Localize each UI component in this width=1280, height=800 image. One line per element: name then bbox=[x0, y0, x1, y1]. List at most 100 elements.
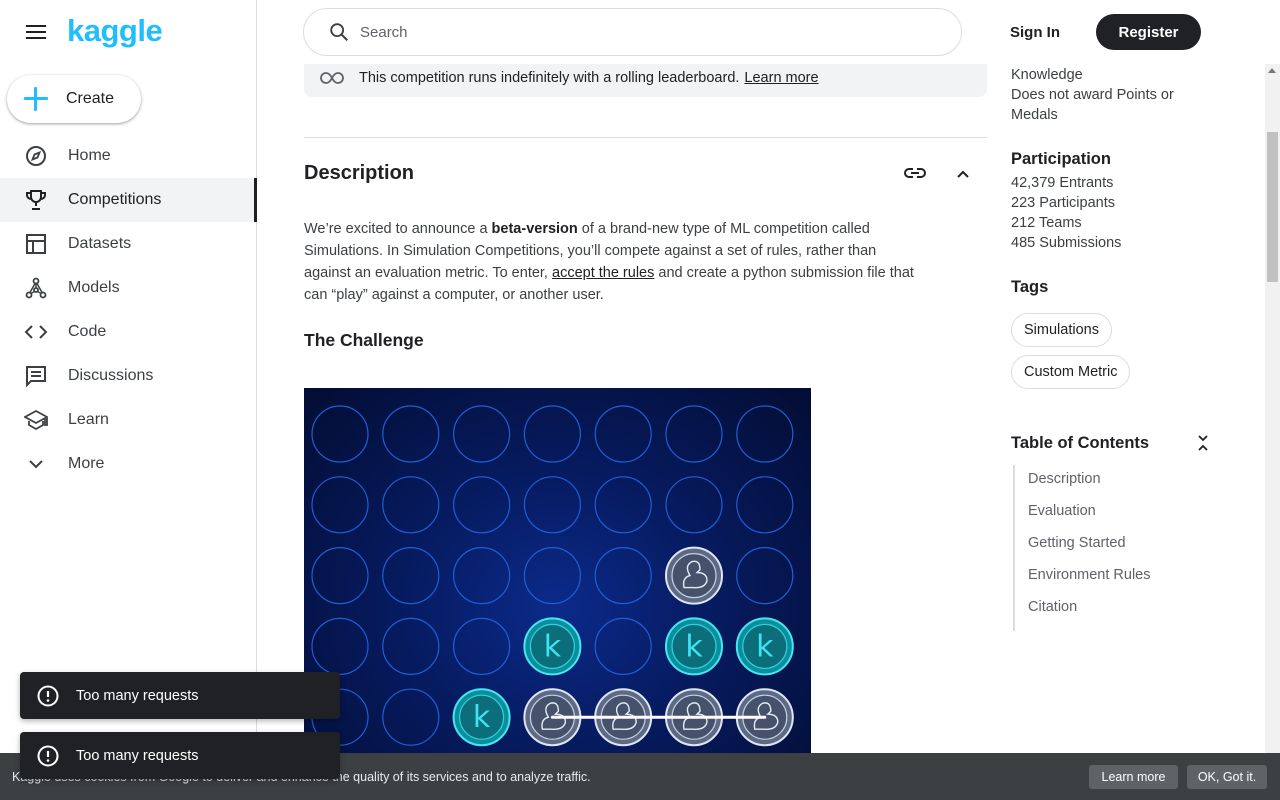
code-icon bbox=[24, 325, 48, 339]
participants-count: 223 Participants bbox=[1011, 195, 1115, 211]
participation-heading: Participation bbox=[1011, 150, 1111, 168]
sidebar-nav: Home Competitions Datasets Models Code D… bbox=[0, 134, 257, 486]
toast-text: Too many requests bbox=[76, 747, 199, 764]
sidebar-item-home[interactable]: Home bbox=[0, 134, 257, 178]
models-icon bbox=[25, 277, 47, 299]
plus-icon bbox=[22, 85, 50, 113]
toc-heading: Table of Contents bbox=[1011, 434, 1150, 452]
empty-slot bbox=[594, 547, 652, 605]
sidebar-item-competitions[interactable]: Competitions bbox=[0, 178, 257, 222]
sign-in-button[interactable]: Sign In bbox=[996, 14, 1074, 50]
sidebar-item-discussions[interactable]: Discussions bbox=[0, 354, 257, 398]
submissions-count: 485 Submissions bbox=[1011, 235, 1122, 251]
create-label: Create bbox=[66, 90, 115, 107]
sidebar-item-label: More bbox=[68, 455, 105, 472]
school-icon bbox=[24, 409, 48, 431]
empty-slot bbox=[382, 547, 440, 605]
toc-item-evaluation[interactable]: Evaluation bbox=[1015, 493, 1233, 529]
knowledge-text: Knowledge bbox=[1011, 67, 1083, 83]
table-of-contents: Description Evaluation Getting Started E… bbox=[1013, 465, 1233, 631]
divider bbox=[304, 137, 987, 138]
empty-slot bbox=[736, 405, 794, 463]
empty-slot bbox=[382, 405, 440, 463]
empty-slot bbox=[382, 476, 440, 534]
banner-text: This competition runs indefinitely with … bbox=[359, 69, 740, 86]
empty-slot bbox=[311, 617, 369, 675]
empty-slot bbox=[523, 405, 581, 463]
compass-icon bbox=[26, 146, 46, 166]
empty-slot bbox=[594, 617, 652, 675]
sidebar-item-models[interactable]: Models bbox=[0, 266, 257, 310]
tags-heading: Tags bbox=[1011, 278, 1049, 296]
scrollbar-thumb[interactable] bbox=[1267, 132, 1278, 282]
sidebar-item-label: Learn bbox=[68, 411, 109, 428]
empty-slot bbox=[382, 688, 440, 746]
cookie-learn-more-button[interactable]: Learn more bbox=[1089, 765, 1178, 789]
empty-slot bbox=[453, 547, 511, 605]
empty-slot bbox=[736, 547, 794, 605]
sidebar-item-code[interactable]: Code bbox=[0, 310, 257, 354]
tag-simulations[interactable]: Simulations bbox=[1011, 313, 1112, 347]
tag-custom-metric[interactable]: Custom Metric bbox=[1011, 355, 1131, 389]
accept-rules-link[interactable]: accept the rules bbox=[552, 265, 654, 281]
empty-slot bbox=[594, 405, 652, 463]
empty-slot bbox=[311, 476, 369, 534]
error-toast: Too many requests bbox=[20, 672, 340, 719]
infinity-icon bbox=[320, 71, 344, 84]
empty-slot bbox=[453, 617, 511, 675]
collapse-all-icon[interactable] bbox=[1195, 434, 1211, 452]
register-button[interactable]: Register bbox=[1096, 14, 1201, 50]
sidebar-item-datasets[interactable]: Datasets bbox=[0, 222, 257, 266]
toc-item-environment-rules[interactable]: Environment Rules bbox=[1015, 557, 1233, 593]
svg-text:k: k bbox=[473, 700, 491, 735]
empty-slot bbox=[665, 405, 723, 463]
empty-slot bbox=[382, 617, 440, 675]
learn-more-link[interactable]: Learn more bbox=[744, 70, 818, 86]
trophy-icon bbox=[26, 190, 46, 210]
error-toast: Too many requests bbox=[20, 732, 340, 779]
menu-icon[interactable] bbox=[24, 22, 48, 42]
table-icon bbox=[26, 234, 46, 254]
alert-icon bbox=[37, 685, 59, 706]
empty-slot bbox=[665, 476, 723, 534]
discussion-icon bbox=[26, 366, 46, 388]
search-input[interactable]: Search bbox=[303, 8, 962, 56]
entrants-count: 42,379 Entrants bbox=[1011, 175, 1114, 191]
sidebar-item-learn[interactable]: Learn bbox=[0, 398, 257, 442]
create-button[interactable]: Create bbox=[7, 75, 141, 123]
board-svg: k k k k bbox=[311, 405, 794, 747]
svg-text:k: k bbox=[756, 629, 774, 664]
empty-slot bbox=[311, 405, 369, 463]
description-paragraph: We’re excited to announce a beta-version… bbox=[304, 218, 916, 306]
toc-item-getting-started[interactable]: Getting Started bbox=[1015, 525, 1233, 561]
search-icon bbox=[330, 23, 348, 41]
duck-piece bbox=[665, 546, 723, 605]
empty-slot bbox=[311, 547, 369, 605]
alert-icon bbox=[37, 745, 59, 766]
teams-count: 212 Teams bbox=[1011, 215, 1082, 231]
chevron-up-icon[interactable] bbox=[952, 163, 974, 185]
sidebar-item-label: Models bbox=[68, 279, 120, 296]
sidebar-item-label: Competitions bbox=[68, 191, 162, 208]
description-heading: Description bbox=[304, 162, 415, 184]
empty-slot bbox=[736, 476, 794, 534]
description-text: We’re excited to announce a bbox=[304, 221, 492, 237]
empty-slot bbox=[453, 405, 511, 463]
empty-slot bbox=[523, 547, 581, 605]
search-placeholder: Search bbox=[360, 23, 408, 41]
toc-item-citation[interactable]: Citation bbox=[1015, 589, 1233, 625]
link-icon[interactable] bbox=[903, 163, 927, 183]
kaggle-piece: k bbox=[523, 617, 582, 676]
kaggle-piece: k bbox=[452, 688, 511, 747]
top-bar: Search Sign In Register bbox=[257, 0, 1280, 64]
scroll-up-arrow-icon[interactable] bbox=[1268, 68, 1276, 73]
empty-slot bbox=[453, 476, 511, 534]
scrollbar[interactable] bbox=[1265, 64, 1280, 754]
kaggle-logo[interactable]: kaggle bbox=[67, 13, 163, 49]
beta-version-text: beta-version bbox=[491, 221, 578, 237]
toc-item-description[interactable]: Description bbox=[1015, 461, 1233, 497]
cookie-ok-button[interactable]: OK, Got it. bbox=[1187, 765, 1267, 789]
sidebar-item-label: Datasets bbox=[68, 235, 132, 252]
sidebar-item-more[interactable]: More bbox=[0, 442, 257, 486]
chevron-down-icon bbox=[29, 460, 43, 469]
